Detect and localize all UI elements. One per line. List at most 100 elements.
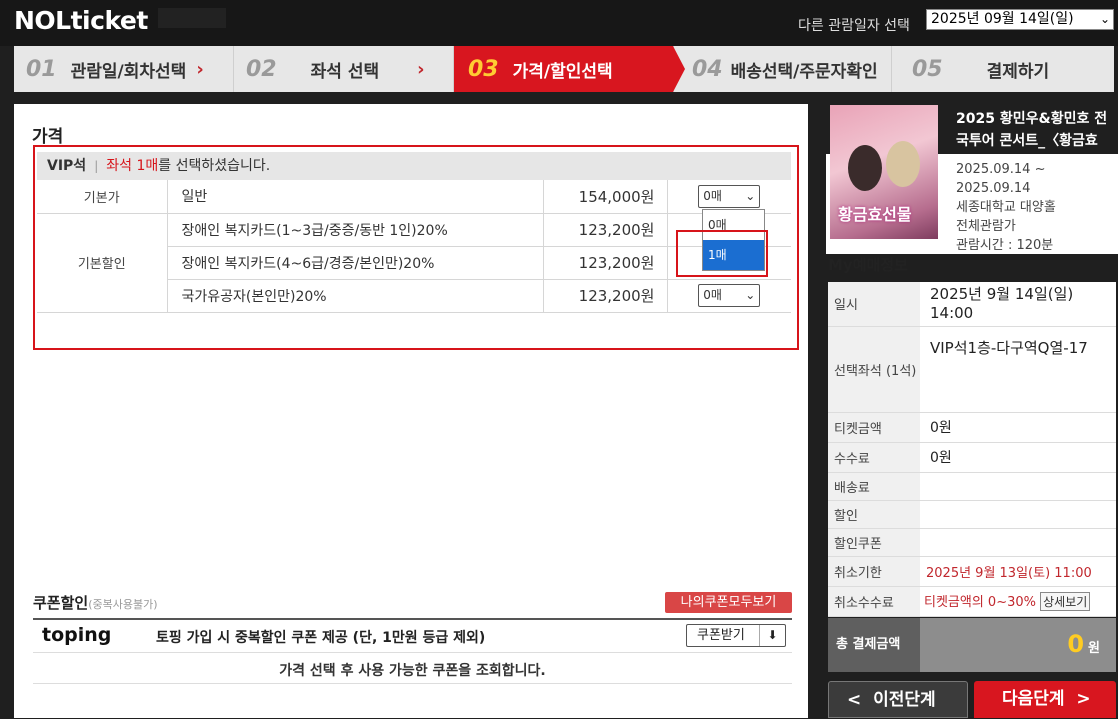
qty-select[interactable]: 0매 ⌄ <box>698 284 761 307</box>
get-coupon-button[interactable]: 쿠폰받기 ⬇ <box>686 624 786 647</box>
price-name: 장애인 복지카드(1~3급/중증/동반 1인)20% <box>167 213 544 247</box>
step-1[interactable]: 01 관람일/회차선택 › <box>14 46 234 92</box>
table-row: 티켓금액 0원 <box>828 412 1116 443</box>
booking-key: 일시 <box>828 282 920 327</box>
qty-cell: 0매 ⌄ <box>667 279 791 313</box>
step-5[interactable]: 05 결제하기 <box>892 46 1114 92</box>
table-row: 할인 <box>828 500 1116 529</box>
toping-promo-text: 토핑 가입 시 중복할인 쿠폰 제공 (단, 1만원 등급 제외) <box>156 630 486 646</box>
chevron-right-icon: › <box>196 58 204 80</box>
date-select-value: 2025년 09월 14일(일) <box>931 11 1074 27</box>
divider <box>33 618 792 620</box>
period-end: 2025.09.14 <box>956 181 1031 196</box>
booking-value: 0원 <box>920 412 1116 443</box>
coupon-title: 쿠폰할인(중복사용불가) <box>33 592 158 613</box>
poster-title: 황금효선물 <box>838 205 912 224</box>
price-category: 기본할인 <box>37 213 168 313</box>
chevron-right-icon: > <box>1076 689 1091 709</box>
total-label: 총 결제금액 <box>828 618 920 672</box>
price-name: 국가유공자(본인만)20% <box>167 279 544 313</box>
performance-title: 2025 황민우&황민호 전국투어 콘서트_〈황금효 <box>956 111 1108 149</box>
step-2-number: 02 <box>246 56 277 82</box>
poster-figure <box>848 145 882 191</box>
booking-key: 할인 <box>828 500 920 529</box>
dropdown-highlight-frame <box>676 230 768 277</box>
step-3-number: 03 <box>468 56 499 82</box>
table-row: 수수료 0원 <box>828 442 1116 473</box>
step-2-label: 좌석 선택 <box>310 61 380 82</box>
next-step-button[interactable]: 다음단계 > <box>974 681 1116 718</box>
booking-key: 티켓금액 <box>828 412 920 443</box>
poster-image: 황금효선물 <box>830 105 938 239</box>
qty-value: 0매 <box>703 188 722 203</box>
booking-value <box>920 528 1116 557</box>
booking-value: 2025년 9월 13일(토) 11:00 <box>920 556 1116 587</box>
next-step-label: 다음단계 <box>1002 689 1065 709</box>
runtime: 관람시간 : 120분 <box>956 238 1054 253</box>
divider <box>33 652 792 653</box>
table-row: 취소수수료 티켓금액의 0~30% 상세보기 <box>828 586 1116 617</box>
step-3-label: 가격/할인선택 <box>512 61 613 82</box>
detail-button[interactable]: 상세보기 <box>1040 592 1091 611</box>
step-5-label: 결제하기 <box>986 61 1050 82</box>
step-2[interactable]: 02 좌석 선택 › <box>234 46 454 92</box>
qty-value: 0매 <box>703 288 722 302</box>
step-4-number: 04 <box>692 56 723 82</box>
price-amount: 154,000원 <box>543 180 668 214</box>
divider: | <box>94 159 99 173</box>
booking-value <box>920 472 1116 501</box>
grade-name: VIP석 <box>47 158 87 174</box>
booking-value: 0원 <box>920 442 1116 473</box>
step-1-number: 01 <box>26 56 57 82</box>
chevron-right-icon: › <box>417 58 425 80</box>
date-select[interactable]: 2025년 09월 14일(일) ⌄ <box>926 9 1114 30</box>
prev-step-label: 이전단계 <box>873 690 936 710</box>
step-4-label: 배송선택/주문자확인 <box>730 61 878 82</box>
total-unit: 원 <box>1088 641 1100 656</box>
my-booking-title: My예매정보 <box>828 256 908 274</box>
booking-value-cell: 티켓금액의 0~30% 상세보기 <box>920 586 1116 617</box>
prev-step-button[interactable]: < 이전단계 <box>828 681 968 718</box>
booking-key: 취소기한 <box>828 556 920 587</box>
top-bar: NOLticket 다른 관람일자 선택 2025년 09월 14일(일) ⌄ <box>0 0 1118 46</box>
period-start: 2025.09.14 ~ <box>956 162 1046 177</box>
download-icon: ⬇ <box>759 625 785 646</box>
step-4[interactable]: 04 배송선택/주문자확인 <box>674 46 892 92</box>
chevron-down-icon: ⌄ <box>745 288 756 302</box>
my-coupons-button[interactable]: 나의쿠폰모두보기 <box>665 592 792 613</box>
price-amount: 123,200원 <box>543 246 668 280</box>
price-name: 장애인 복지카드(4~6급/경증/본인만)20% <box>167 246 544 280</box>
divider <box>33 683 792 684</box>
chevron-left-icon: < <box>847 690 862 710</box>
table-row: 배송료 <box>828 472 1116 501</box>
table-row: 선택좌석 (1석) VIP석1층-다구역Q열-17 <box>828 326 1116 413</box>
booking-value <box>920 500 1116 529</box>
toping-logo: toping <box>42 624 112 646</box>
qty-select[interactable]: 0매 ⌄ <box>698 184 761 208</box>
poster-figure <box>886 141 920 187</box>
selected-suffix: 를 선택하셨습니다. <box>158 158 271 174</box>
price-name: 일반 <box>167 180 544 214</box>
nolticket-logo: NOLticket <box>14 6 148 35</box>
coupon-note: 가격 선택 후 사용 가능한 쿠폰을 조회합니다. <box>279 663 546 679</box>
step-3[interactable]: 03 가격/할인선택 <box>454 46 685 92</box>
step-bar: 01 관람일/회차선택 › 02 좌석 선택 › 03 가격/할인선택 04 배… <box>14 46 1114 92</box>
price-section-title: 가격 <box>32 127 64 147</box>
my-booking-table: 일시 2025년 9월 14일(일) 14:00 선택좌석 (1석) VIP석1층-… <box>828 282 1116 617</box>
table-row: 일시 2025년 9월 14일(일) 14:00 <box>828 282 1116 327</box>
venue: 세종대학교 대양홀 <box>956 200 1056 215</box>
price-category: 기본가 <box>37 180 168 214</box>
price-amount: 123,200원 <box>543 213 668 247</box>
booking-key: 할인쿠폰 <box>828 528 920 557</box>
table-row: 기본가 일반 154,000원 0매 ⌄ <box>37 180 791 214</box>
booking-key: 수수료 <box>828 442 920 473</box>
selected-seat-count: 좌석 1매 <box>106 158 159 174</box>
booking-key: 취소수수료 <box>828 586 920 617</box>
coupon-title-note: (중복사용불가) <box>88 598 158 611</box>
booking-key: 배송료 <box>828 472 920 501</box>
booking-key: 선택좌석 (1석) <box>828 326 920 413</box>
cancel-fee-value: 티켓금액의 0~30% <box>924 595 1036 610</box>
total-value-wrap: 0원 <box>1067 630 1100 658</box>
grade-header: VIP석 | 좌석 1매를 선택하셨습니다. <box>37 152 791 180</box>
booking-value: 2025년 9월 14일(일) 14:00 <box>920 282 1116 327</box>
